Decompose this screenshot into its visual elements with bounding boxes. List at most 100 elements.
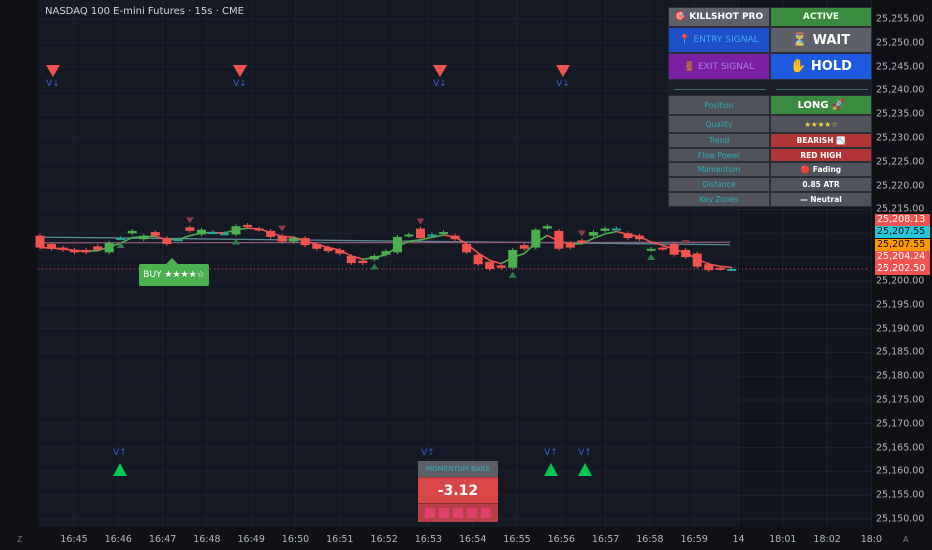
small-sell-marker-icon [185, 217, 194, 224]
candle-body [727, 269, 737, 271]
candle-body [208, 232, 218, 235]
sell-signal-triangle-icon [433, 65, 447, 77]
buy-signal-triangle-icon [113, 463, 127, 476]
candle-body [623, 233, 633, 239]
price-tag: 25,204.24 [875, 250, 930, 263]
candle-body [219, 233, 229, 236]
status-badge: ACTIVE [770, 7, 872, 27]
candle-body [404, 234, 414, 237]
candle-body [681, 249, 691, 258]
panel-row-value: ★★★★☆ [770, 115, 872, 133]
candle-body [104, 242, 114, 253]
candle-body [81, 249, 91, 253]
panel-row-value: 🔴 Fading [770, 162, 872, 177]
small-sell-marker-icon [278, 225, 287, 232]
panel-row-label: Key Zones [668, 192, 770, 207]
candle-body [462, 244, 472, 253]
candle-body [496, 265, 506, 268]
panel-row-value: LONG 🚀 [770, 95, 872, 115]
candle-body [473, 254, 483, 265]
panel-row-label: Flow Power [668, 148, 770, 162]
candle-body [508, 249, 518, 268]
momentum-bar [439, 508, 449, 518]
candle-body [612, 228, 621, 231]
price-tag: 25,208.13 [875, 214, 930, 226]
candle-body [289, 238, 299, 242]
candle-body [150, 232, 160, 236]
trailing-stop-line [720, 265, 732, 269]
panel-row-label: Distance [668, 177, 770, 192]
panel-row-value: — Neutral [770, 192, 872, 207]
price-tag: 25,207.55 [875, 238, 930, 251]
candle-body [381, 251, 391, 255]
sell-signal-triangle-icon [556, 65, 570, 77]
panel-row-value: RED HIGH [770, 148, 872, 162]
exit-signal-value: ✋ HOLD [770, 53, 872, 80]
candle-body [519, 245, 529, 249]
candle-body [335, 249, 345, 254]
candle-body [392, 236, 402, 253]
volume-signal-label: V↓ [46, 79, 60, 89]
volume-signal-label: V↑ [421, 448, 435, 458]
candle-body [669, 244, 679, 255]
candle-body [127, 230, 137, 234]
panel-row-label: Quality [668, 115, 770, 133]
candle-body [715, 267, 725, 270]
candle-body [185, 227, 195, 231]
candle-body [231, 226, 241, 235]
candle-body [369, 255, 379, 260]
momentum-bar-row [418, 503, 498, 522]
candle-body [450, 235, 460, 240]
buy-signal-triangle-icon [544, 463, 558, 476]
candle-body [554, 230, 564, 249]
candle-body [70, 249, 80, 253]
momentum-value: -3.12 [418, 477, 498, 503]
candle-body [35, 235, 45, 248]
candle-body [358, 260, 368, 264]
small-sell-marker-icon [416, 218, 425, 225]
volume-signal-label: V↓ [433, 79, 447, 89]
candle-body [635, 235, 645, 240]
momentum-bar [467, 508, 477, 518]
candle-body [577, 240, 587, 243]
candle-body [415, 228, 425, 239]
panel-title: 🎯 KILLSHOT PRO [668, 7, 770, 27]
momentum-bars-box: MOMENTUM BARS -3.12 [418, 461, 498, 522]
panel-row-value: BEARISH 📉 [770, 133, 872, 148]
candle-body [565, 242, 575, 248]
panel-row-label: Trend [668, 133, 770, 148]
buy-signal-label: BUY ★★★★☆ [139, 258, 209, 286]
volume-signal-label: V↑ [578, 448, 592, 458]
panel-divider [668, 80, 872, 95]
price-tag: 25,207.55 [875, 226, 930, 239]
candle-body [531, 229, 541, 248]
candle-body [312, 244, 322, 249]
symbol-title: NASDAQ 100 E-mini Futures · 15s · CME [45, 6, 244, 17]
candle-body [173, 239, 183, 242]
candle-body [542, 226, 552, 229]
candle-body [243, 224, 253, 227]
momentum-bar [481, 508, 491, 518]
candle-body [600, 228, 610, 231]
candle-body [162, 238, 172, 244]
candle-body [139, 235, 149, 240]
panel-row-label: Momentum [668, 162, 770, 177]
momentum-bar [425, 508, 435, 518]
candle-body [58, 247, 68, 250]
candle-body [254, 228, 264, 231]
sell-signal-triangle-icon [46, 65, 60, 77]
candle-body [485, 261, 495, 269]
candle-body [427, 234, 437, 237]
candle-body [266, 230, 276, 237]
small-buy-marker-icon [508, 271, 517, 278]
entry-signal-label: 📍 ENTRY SIGNAL [668, 27, 770, 53]
candle-body [323, 247, 333, 252]
exit-signal-label: 🚪 EXIT SIGNAL [668, 53, 770, 80]
volume-signal-label: V↓ [556, 79, 570, 89]
volume-signal-label: V↑ [544, 448, 558, 458]
entry-signal-value: ⏳ WAIT [770, 27, 872, 53]
buy-signal-triangle-icon [578, 463, 592, 476]
panel-row-value: 0.85 ATR [770, 177, 872, 192]
panel-row-label: Position [668, 95, 770, 115]
killshot-panel: 🎯 KILLSHOT PRO ACTIVE 📍 ENTRY SIGNAL ⏳ W… [668, 7, 872, 207]
